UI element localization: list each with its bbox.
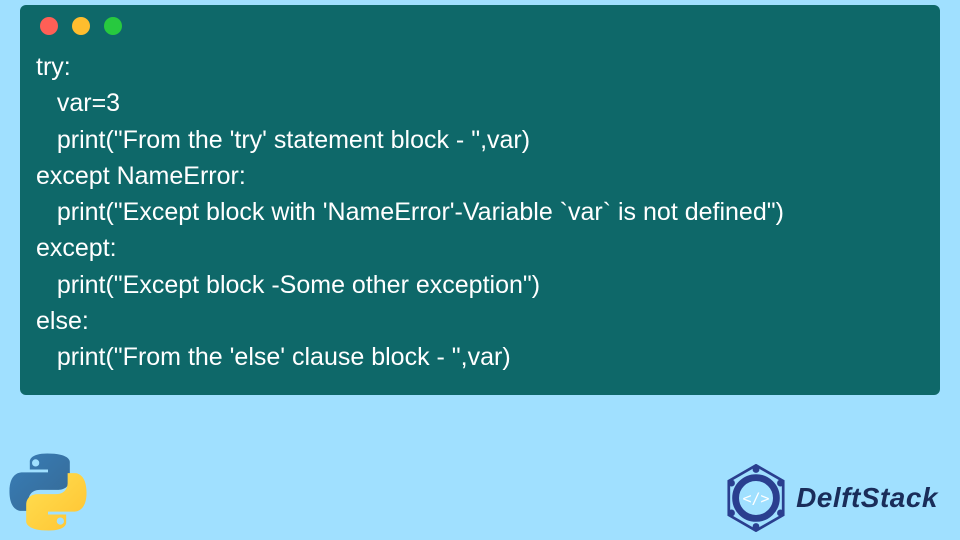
code-line: else: <box>36 303 924 339</box>
python-logo-icon <box>8 452 88 532</box>
maximize-icon <box>104 17 122 35</box>
code-line: print("Except block -Some other exceptio… <box>36 267 924 303</box>
svg-text:</>: </> <box>743 489 770 507</box>
delftstack-badge-icon: </> <box>722 464 790 532</box>
code-block: try: var=3 print("From the 'try' stateme… <box>36 49 924 375</box>
code-line: print("Except block with 'NameError'-Var… <box>36 194 924 230</box>
code-window: try: var=3 print("From the 'try' stateme… <box>20 5 940 395</box>
brand: </> DelftStack <box>722 464 938 532</box>
code-line: var=3 <box>36 85 924 121</box>
minimize-icon <box>72 17 90 35</box>
window-traffic-lights <box>36 17 924 35</box>
code-line: print("From the 'else' clause block - ",… <box>36 339 924 375</box>
footer: </> DelftStack <box>0 395 960 540</box>
code-line: except NameError: <box>36 158 924 194</box>
code-line: print("From the 'try' statement block - … <box>36 122 924 158</box>
code-line: try: <box>36 49 924 85</box>
code-line: except: <box>36 230 924 266</box>
close-icon <box>40 17 58 35</box>
brand-text: DelftStack <box>796 482 938 514</box>
